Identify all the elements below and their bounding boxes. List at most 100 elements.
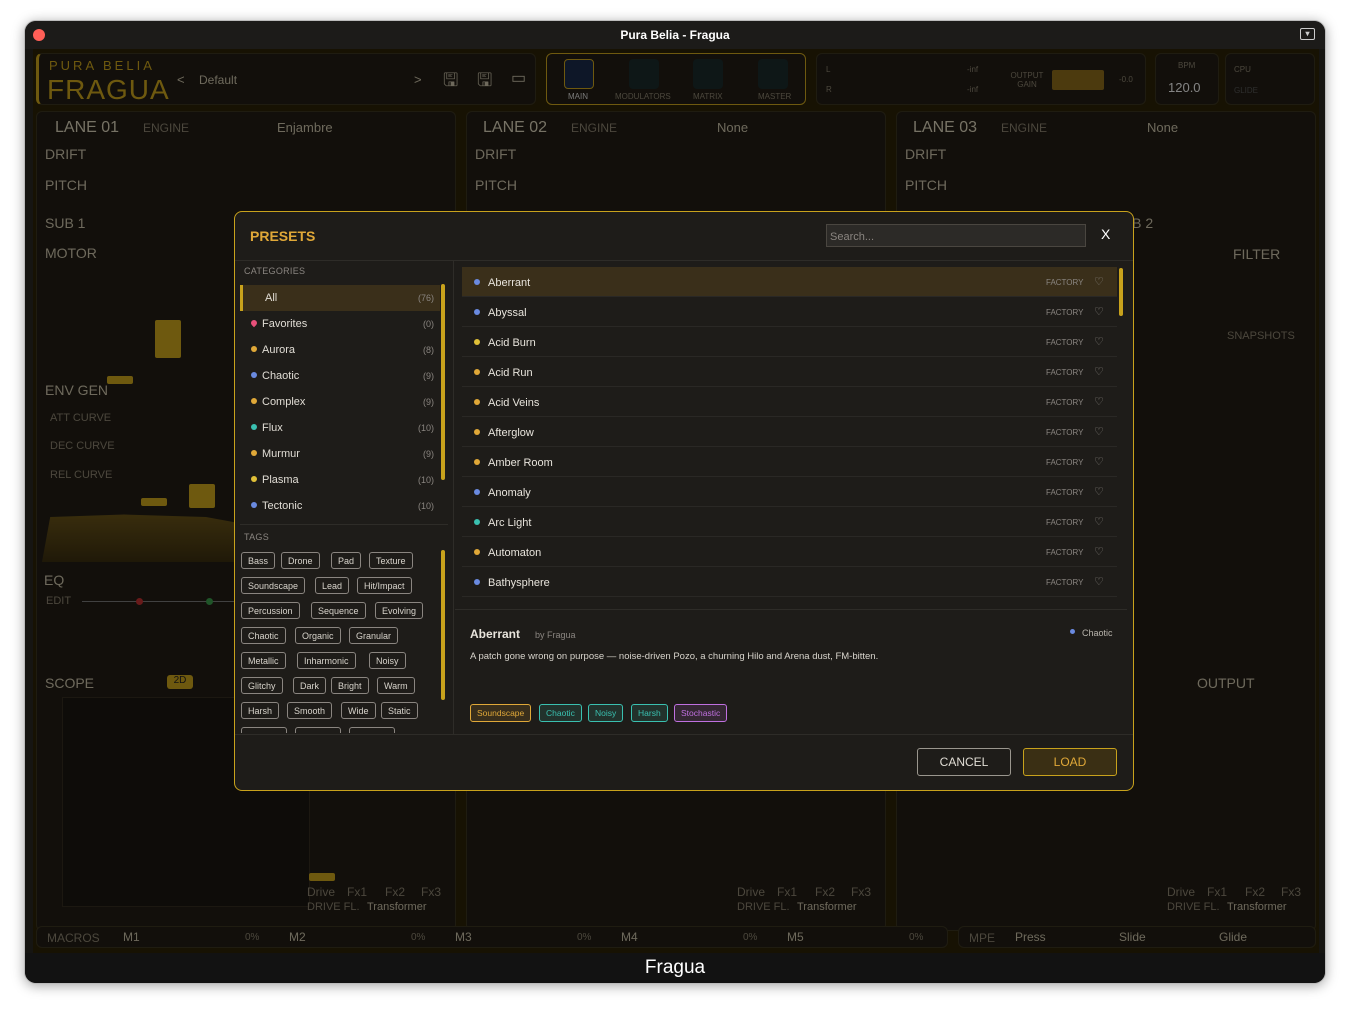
category-dot [251, 424, 257, 430]
preset-category-dot [474, 309, 480, 315]
category-dot [251, 476, 257, 482]
preset-category-dot [474, 279, 480, 285]
cancel-button[interactable]: CANCEL [917, 748, 1011, 776]
close-window-button[interactable] [33, 29, 45, 41]
tag-hitimpact[interactable]: Hit/Impact [357, 577, 412, 594]
preset-row-abyssal[interactable]: Abyssal FACTORY ♡ [462, 297, 1117, 327]
tag-organic[interactable]: Organic [295, 627, 341, 644]
tag-drone[interactable]: Drone [281, 552, 320, 569]
tag-inharmonic[interactable]: Inharmonic [297, 652, 356, 669]
category-count: (8) [423, 345, 434, 355]
tag-soundscape[interactable]: Soundscape [241, 577, 306, 594]
preset-name: Afterglow [488, 427, 534, 439]
detail-tag-chip: Stochastic [674, 704, 728, 722]
tag-glitchy[interactable]: Glitchy [241, 677, 283, 694]
preset-row-automaton[interactable]: Automaton FACTORY ♡ [462, 537, 1117, 567]
preset-name: Bathysphere [488, 577, 550, 589]
tag-dark[interactable]: Dark [293, 677, 327, 694]
window-menu-icon[interactable]: ▾ [1300, 28, 1315, 40]
preset-name: Acid Run [488, 367, 533, 379]
category-count: (76) [417, 293, 434, 303]
tags-scrollbar[interactable] [441, 550, 445, 700]
preset-row-acid-run[interactable]: Acid Run FACTORY ♡ [462, 357, 1117, 387]
tag-static[interactable]: Static [381, 702, 418, 719]
category-count: (9) [423, 449, 434, 459]
categories-scrollbar[interactable] [441, 284, 445, 480]
favorite-heart-icon[interactable]: ♡ [1094, 485, 1104, 498]
preset-category-dot [474, 459, 480, 465]
category-tectonic[interactable]: Tectonic (10) [240, 493, 440, 519]
favorite-heart-icon[interactable]: ♡ [1094, 305, 1104, 318]
tag-bright[interactable]: Bright [331, 677, 369, 694]
detail-tag-chip: Chaotic [539, 704, 582, 722]
tag-partial[interactable] [349, 727, 395, 733]
tag-texture[interactable]: Texture [369, 552, 413, 569]
header-divider [235, 260, 1133, 261]
tag-harsh[interactable]: Harsh [241, 702, 280, 719]
preset-source-tag: FACTORY [1046, 278, 1084, 287]
category-favorites[interactable]: Favorites (0) [240, 311, 440, 337]
category-dot [251, 372, 257, 378]
category-count: (9) [423, 397, 434, 407]
tag-partial[interactable] [241, 727, 287, 733]
category-label: Chaotic [262, 370, 300, 382]
preset-row-amber-room[interactable]: Amber Room FACTORY ♡ [462, 447, 1117, 477]
category-aurora[interactable]: Aurora (8) [240, 337, 440, 363]
category-complex[interactable]: Complex (9) [240, 389, 440, 415]
tag-noisy[interactable]: Noisy [369, 652, 406, 669]
preset-row-acid-burn[interactable]: Acid Burn FACTORY ♡ [462, 327, 1117, 357]
tag-pad[interactable]: Pad [331, 552, 362, 569]
category-label: All [265, 292, 278, 304]
favorite-heart-icon[interactable]: ♡ [1094, 515, 1104, 528]
category-chaotic[interactable]: Chaotic (9) [240, 363, 440, 389]
preset-row-acid-veins[interactable]: Acid Veins FACTORY ♡ [462, 387, 1117, 417]
favorite-heart-icon[interactable]: ♡ [1094, 335, 1104, 348]
tag-sequence[interactable]: Sequence [311, 602, 366, 619]
favorite-heart-icon[interactable]: ♡ [1094, 275, 1104, 288]
category-flux[interactable]: Flux (10) [240, 415, 440, 441]
load-button[interactable]: LOAD [1023, 748, 1117, 776]
tag-smooth[interactable]: Smooth [287, 702, 333, 719]
favorite-heart-icon[interactable]: ♡ [1094, 395, 1104, 408]
plugin-body: PURA BELIA FRAGUA < Default > 🖫 🖫 ▭ MAIN… [33, 49, 1319, 955]
tag-warm[interactable]: Warm [377, 677, 415, 694]
preset-category-dot [474, 399, 480, 405]
category-murmur[interactable]: Murmur (9) [240, 441, 440, 467]
preset-category-dot [474, 429, 480, 435]
tag-metallic[interactable]: Metallic [241, 652, 286, 669]
close-dialog-button[interactable]: X [1101, 226, 1110, 242]
favorite-heart-icon[interactable]: ♡ [1094, 575, 1104, 588]
preset-list-scrollbar[interactable] [1119, 268, 1123, 316]
favorite-heart-icon[interactable]: ♡ [1094, 545, 1104, 558]
category-all[interactable]: All (76) [240, 285, 440, 311]
tags-divider [240, 524, 448, 525]
tag-bass[interactable]: Bass [241, 552, 276, 569]
preset-source-tag: FACTORY [1046, 368, 1084, 377]
tag-granular[interactable]: Granular [349, 627, 399, 644]
favorite-heart-icon[interactable]: ♡ [1094, 455, 1104, 468]
favorite-heart-icon[interactable]: ♡ [1094, 425, 1104, 438]
detail-author: by Fragua [535, 630, 576, 640]
preset-row-afterglow[interactable]: Afterglow FACTORY ♡ [462, 417, 1117, 447]
detail-preset-name: Aberrant [470, 627, 521, 641]
preset-category-dot [474, 579, 480, 585]
tag-chaotic[interactable]: Chaotic [241, 627, 286, 644]
preset-row-arc-light[interactable]: Arc Light FACTORY ♡ [462, 507, 1117, 537]
tag-partial[interactable] [295, 727, 341, 733]
category-label: Murmur [262, 448, 300, 460]
favorite-heart-icon[interactable]: ♡ [1094, 365, 1104, 378]
preset-row-aberrant[interactable]: Aberrant FACTORY ♡ [462, 267, 1117, 297]
preset-search-input[interactable]: Search... [826, 224, 1086, 247]
tag-wide[interactable]: Wide [341, 702, 376, 719]
tag-evolving[interactable]: Evolving [375, 602, 424, 619]
tag-percussion[interactable]: Percussion [241, 602, 300, 619]
preset-row-anomaly[interactable]: Anomaly FACTORY ♡ [462, 477, 1117, 507]
preset-row-bathysphere[interactable]: Bathysphere FACTORY ♡ [462, 567, 1117, 597]
tag-lead[interactable]: Lead [315, 577, 350, 594]
title-bar: Pura Belia - Fragua ▾ [25, 21, 1325, 49]
window-title: Pura Belia - Fragua [620, 28, 730, 42]
category-plasma[interactable]: Plasma (10) [240, 467, 440, 493]
preset-name: Arc Light [488, 517, 532, 529]
preset-name: Anomaly [488, 487, 531, 499]
preset-source-tag: FACTORY [1046, 578, 1084, 587]
